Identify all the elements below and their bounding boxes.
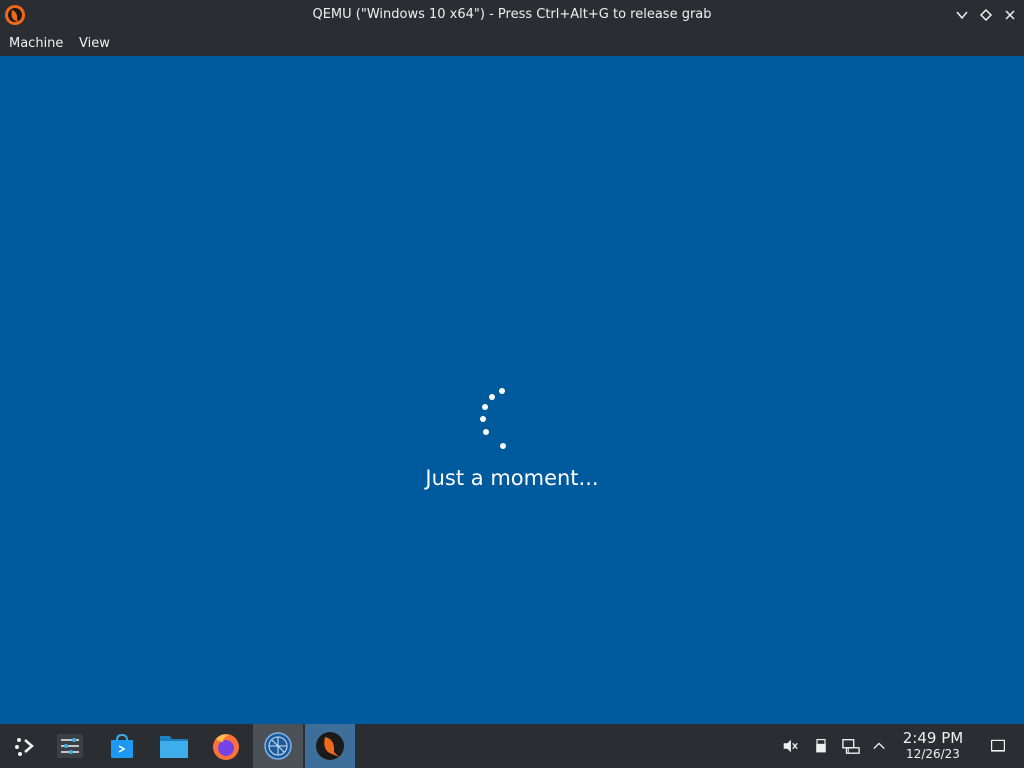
spinner-dot <box>500 443 506 449</box>
application-launcher-button[interactable] <box>0 724 50 768</box>
menu-view[interactable]: View <box>79 36 110 51</box>
spinner-dot <box>483 429 489 435</box>
window-titlebar[interactable]: QEMU ("Windows 10 x64") - Press Ctrl+Alt… <box>0 0 1024 30</box>
spinner-dot <box>499 388 505 394</box>
system-settings-button[interactable] <box>45 724 95 768</box>
chevron-up-icon <box>873 742 885 750</box>
menu-machine[interactable]: Machine <box>9 36 63 51</box>
settings-sliders-icon <box>57 734 83 758</box>
volume-muted-icon <box>783 739 798 753</box>
digital-clock[interactable]: 2:49 PM 12/26/23 <box>898 729 968 762</box>
store-bag-icon <box>111 733 133 758</box>
network-browser-button[interactable] <box>253 724 303 768</box>
window-title: QEMU ("Windows 10 x64") - Press Ctrl+Alt… <box>312 7 712 22</box>
firefox-button[interactable] <box>201 724 251 768</box>
spinner-dot <box>480 416 486 422</box>
spinner-dot <box>482 404 488 410</box>
volume-button[interactable] <box>778 724 802 768</box>
firefox-icon <box>213 734 239 760</box>
qemu-taskbar-button[interactable] <box>305 724 355 768</box>
maximize-button[interactable] <box>978 7 994 23</box>
loading-message: Just a moment... <box>425 466 599 490</box>
loading-spinner <box>0 56 1024 724</box>
vm-display[interactable]: Just a moment... <box>0 56 1024 724</box>
minimize-button[interactable] <box>954 7 970 23</box>
show-desktop-icon <box>991 739 1005 752</box>
qemu-icon <box>316 732 344 760</box>
file-manager-button[interactable] <box>149 724 199 768</box>
network-wired-icon <box>842 739 860 754</box>
usb-drive-icon <box>816 739 826 753</box>
show-desktop-button[interactable] <box>986 724 1010 768</box>
clock-date: 12/26/23 <box>906 747 960 761</box>
spinner-dot <box>489 394 495 400</box>
network-button[interactable] <box>838 724 864 768</box>
discover-store-button[interactable] <box>97 724 147 768</box>
menubar: Machine View <box>0 30 1024 56</box>
globe-icon <box>264 732 292 760</box>
removable-devices-button[interactable] <box>810 724 832 768</box>
taskbar: 2:49 PM 12/26/23 <box>0 724 1024 768</box>
kde-launcher-icon <box>15 738 34 756</box>
show-hidden-icons-button[interactable] <box>868 724 890 768</box>
clock-time: 2:49 PM <box>902 729 964 747</box>
folder-icon <box>160 736 188 758</box>
close-button[interactable] <box>1002 7 1018 23</box>
